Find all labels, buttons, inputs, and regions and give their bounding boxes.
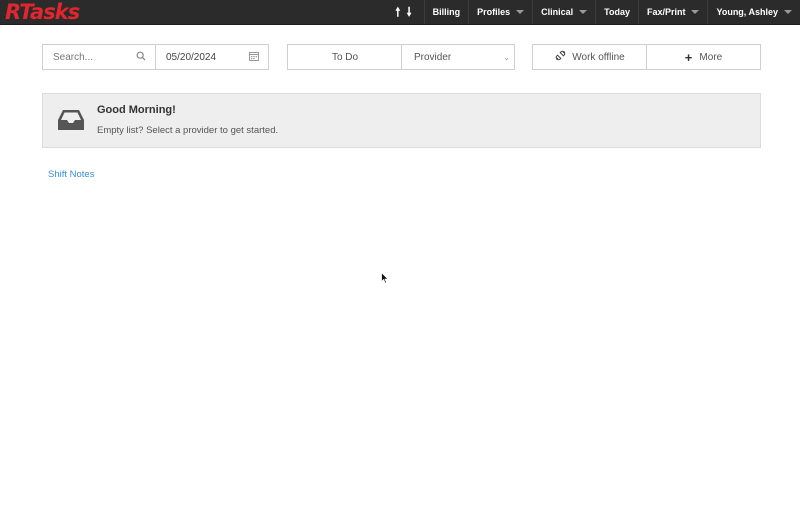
nav-profiles[interactable]: Profiles (468, 0, 532, 24)
work-offline-label: Work offline (572, 51, 625, 63)
mouse-cursor-icon (381, 271, 389, 289)
plus-icon: + (684, 49, 693, 65)
nav-user-menu[interactable]: Young, Ashley (707, 0, 800, 24)
search-input[interactable]: Search... (42, 44, 156, 70)
nav-clinical[interactable]: Clinical (532, 0, 595, 24)
nav-profiles-label: Profiles (477, 7, 511, 17)
top-bar: RTasks 🠕 🠗 Billing Profiles Clinical Tod… (0, 0, 800, 25)
top-nav: 🠕 🠗 Billing Profiles Clinical Today Fax/… (395, 0, 800, 24)
nav-today[interactable]: Today (595, 0, 638, 24)
caret-down-icon (691, 10, 700, 14)
nav-billing-label: Billing (432, 7, 461, 17)
provider-value: Provider (414, 51, 452, 63)
provider-select[interactable]: Provider ⌄ (401, 44, 515, 70)
more-button[interactable]: + More (646, 44, 761, 70)
arrow-up-icon[interactable]: 🠕 (395, 0, 400, 24)
more-label: More (699, 51, 723, 63)
search-placeholder: Search... (53, 51, 94, 63)
nav-user-label: Young, Ashley (716, 7, 778, 17)
greeting-title: Good Morning! (97, 104, 176, 116)
date-field[interactable]: 05/20/2024 (156, 44, 269, 70)
calendar-icon[interactable] (249, 51, 259, 64)
arrow-down-icon[interactable]: 🠗 (406, 0, 411, 24)
nav-billing[interactable]: Billing (423, 0, 469, 24)
caret-down-icon (784, 10, 792, 14)
nav-fax-print[interactable]: Fax/Print (637, 0, 708, 24)
inbox-tray-icon (57, 108, 85, 137)
todo-label: To Do (331, 51, 359, 63)
offline-icon (555, 50, 566, 64)
sort-arrows[interactable]: 🠕 🠗 (395, 0, 423, 24)
nav-today-label: Today (604, 7, 630, 17)
date-value: 05/20/2024 (166, 51, 217, 63)
empty-list-message: Empty list? Select a provider to get sta… (97, 125, 279, 136)
greeting-panel: Good Morning! Empty list? Select a provi… (42, 93, 761, 148)
caret-down-icon (579, 10, 588, 14)
work-offline-button[interactable]: Work offline (532, 44, 647, 70)
search-icon[interactable] (136, 51, 146, 64)
todo-button[interactable]: To Do (287, 44, 402, 70)
shift-notes-link[interactable]: Shift Notes (48, 169, 94, 180)
nav-fax-print-label: Fax/Print (646, 7, 686, 17)
nav-clinical-label: Clinical (541, 7, 574, 17)
chevron-down-icon: ⌄ (503, 52, 510, 62)
caret-down-icon (516, 10, 525, 14)
app-logo[interactable]: RTasks (5, 0, 80, 24)
